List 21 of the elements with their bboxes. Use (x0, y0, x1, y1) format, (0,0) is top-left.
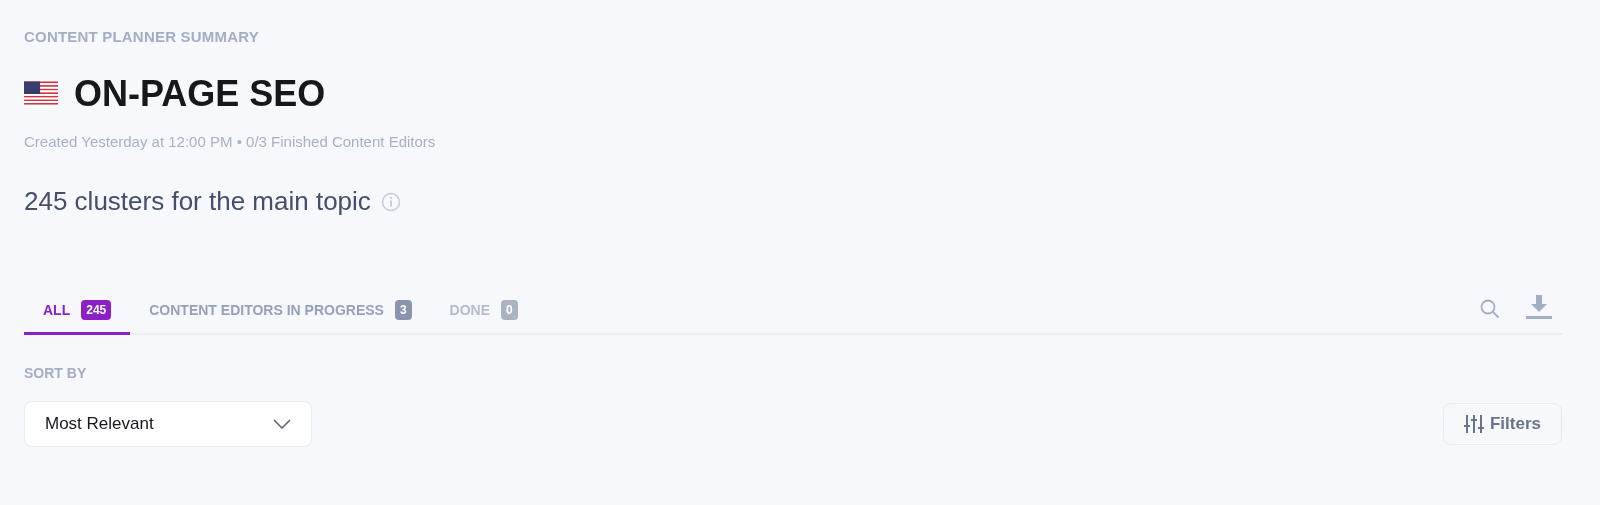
sort-dropdown[interactable]: Most Relevant (24, 401, 312, 447)
created-meta: Created Yesterday at 12:00 PM • 0/3 Finished Content Editors (24, 133, 437, 150)
info-icon[interactable] (380, 191, 401, 212)
sort-label: SORT BY (24, 365, 88, 381)
tab[interactable]: ALL 245 (24, 300, 131, 335)
count-badge: 245 (81, 300, 112, 320)
clusters-summary: 245 clusters for the main topic (24, 186, 371, 217)
page-title: ON-PAGE SEO (74, 73, 326, 115)
download-icon[interactable] (1526, 295, 1552, 319)
tab-label: CONTENT EDITORS IN PROGRESS (149, 302, 384, 318)
page-eyebrow: CONTENT PLANNER SUMMARY (24, 28, 260, 45)
search-icon[interactable] (1480, 299, 1500, 319)
chevron-down-icon (273, 419, 291, 429)
count-badge: 0 (501, 300, 518, 320)
count-badge: 3 (394, 300, 412, 320)
tab-label: DONE (449, 302, 491, 318)
tab[interactable]: CONTENT EDITORS IN PROGRESS 3 (130, 300, 431, 335)
flag-icon (24, 81, 58, 107)
tab-label: ALL (43, 302, 71, 318)
filters-button[interactable]: Filters (1442, 403, 1562, 445)
sliders-icon (1463, 414, 1484, 434)
